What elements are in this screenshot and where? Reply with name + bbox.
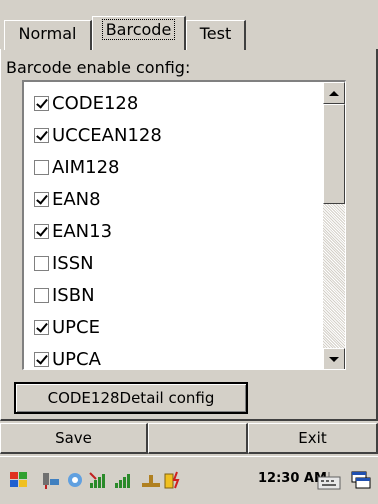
tab-test[interactable]: Test [186, 20, 246, 50]
keyboard-icon[interactable] [316, 469, 342, 491]
tab-normal-label: Normal [18, 24, 77, 43]
tab-bar: Normal Barcode Test [0, 0, 378, 50]
signal-bars-icon[interactable] [112, 469, 134, 491]
barcode-checkbox[interactable] [34, 351, 49, 367]
barcode-item[interactable]: CODE128 [34, 88, 138, 118]
barcode-item[interactable]: UPCE [34, 312, 100, 342]
barcode-item-label: AIM128 [52, 156, 120, 178]
barcode-item[interactable]: ISSN [34, 248, 94, 278]
barcode-checkbox[interactable] [34, 287, 49, 303]
blank-button[interactable] [148, 423, 248, 454]
barcode-item-label: UPCE [52, 316, 100, 338]
barcode-checkbox[interactable] [34, 255, 49, 271]
signal-icon[interactable] [88, 469, 110, 491]
scroll-up-button[interactable] [323, 82, 345, 104]
barcode-item[interactable]: EAN8 [34, 184, 101, 214]
barcode-checkbox[interactable] [34, 191, 49, 207]
barcode-checkbox[interactable] [34, 127, 49, 143]
sync-icon[interactable] [64, 469, 86, 491]
barcode-checkbox[interactable] [34, 319, 49, 335]
network-icon[interactable] [40, 469, 62, 491]
start-icon[interactable] [8, 469, 30, 491]
barcode-item-label: EAN13 [52, 220, 113, 242]
barcode-item-label: CODE128 [52, 92, 139, 114]
barcode-item-label: ISSN [52, 252, 94, 274]
connection-icon[interactable] [140, 469, 162, 491]
barcode-item[interactable]: EAN13 [34, 216, 112, 246]
battery-icon[interactable] [162, 469, 184, 491]
barcode-item[interactable]: ISBN [34, 280, 95, 310]
save-button[interactable]: Save [0, 423, 148, 454]
arrow-up-icon [329, 90, 339, 96]
barcode-item-label: UPCA [52, 348, 101, 370]
taskbar: 12:30 AM [0, 456, 378, 504]
barcode-checkbox[interactable] [34, 159, 49, 175]
tab-barcode[interactable]: Barcode [92, 16, 186, 50]
tab-barcode-label: Barcode [101, 19, 176, 40]
exit-button[interactable]: Exit [248, 423, 378, 454]
barcode-config-label: Barcode enable config: [6, 58, 191, 77]
scroll-thumb[interactable] [323, 104, 345, 204]
barcode-item-label: EAN8 [52, 188, 101, 210]
tab-normal[interactable]: Normal [4, 20, 92, 50]
barcode-list-items: CODE128 UCCEAN128 AIM128 EAN8 EAN13 ISSN ISBN U… [24, 82, 324, 370]
arrow-down-icon [329, 356, 339, 362]
detail-config-button[interactable]: CODE128Detail config [14, 382, 248, 414]
barcode-item-label: UCCEAN128 [52, 124, 162, 146]
barcode-item[interactable]: UCCEAN128 [34, 120, 162, 150]
barcode-list[interactable]: CODE128 UCCEAN128 AIM128 EAN8 EAN13 ISSN ISBN U… [22, 80, 346, 370]
barcode-checkbox[interactable] [34, 223, 49, 239]
barcode-checkbox[interactable] [34, 95, 49, 111]
barcode-item[interactable]: UPCA [34, 344, 101, 370]
tab-test-label: Test [199, 24, 232, 43]
barcode-item[interactable]: AIM128 [34, 152, 120, 182]
scroll-down-button[interactable] [323, 348, 345, 369]
list-scrollbar[interactable] [323, 82, 345, 369]
window-icon[interactable] [350, 469, 372, 491]
barcode-item-label: ISBN [52, 284, 95, 306]
